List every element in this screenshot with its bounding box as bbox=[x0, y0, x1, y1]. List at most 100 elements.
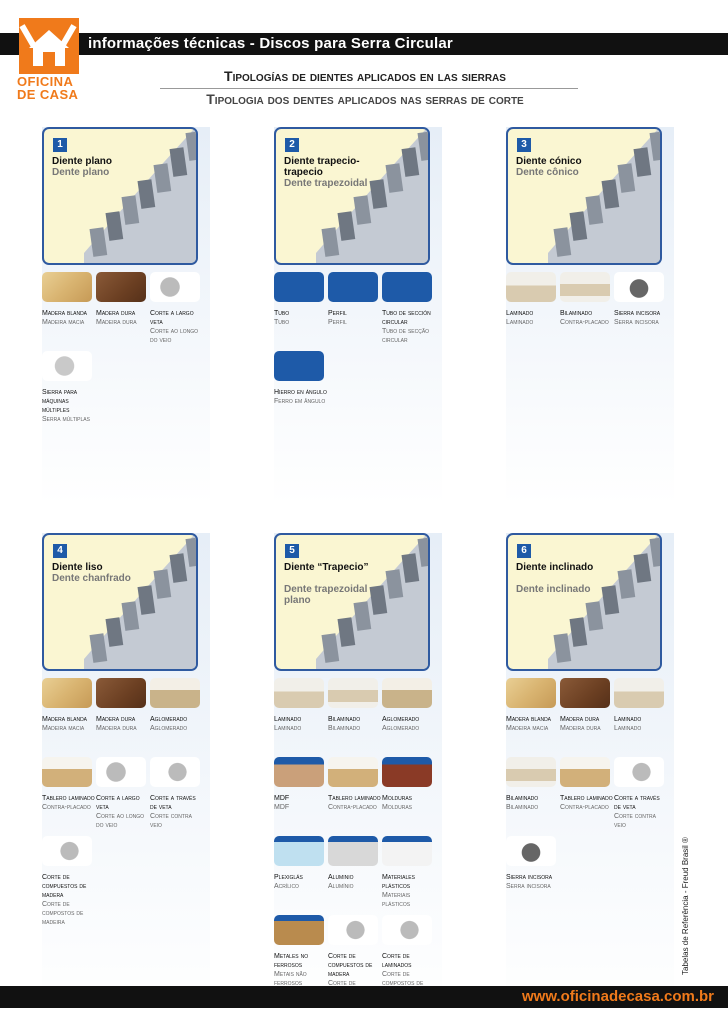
laminate-icon bbox=[274, 678, 324, 708]
material-label: Corte a través de veta Corte contra veio bbox=[150, 794, 204, 830]
tooth-type-section-2: 2 Diente trapecio-trapecio Dente trapezoid… bbox=[274, 127, 442, 505]
scoring-saw-icon bbox=[614, 272, 664, 302]
material-name-es: Laminado bbox=[506, 310, 534, 317]
composite-cut-icon bbox=[42, 836, 92, 866]
material-name-es: MDF bbox=[274, 795, 290, 802]
hardwood-icon bbox=[560, 678, 610, 708]
logo-text: OFICINA DE CASA bbox=[17, 74, 79, 102]
cross-cut-icon bbox=[150, 757, 200, 787]
tooth-panel: 1 Diente plano Dente plano bbox=[42, 127, 198, 265]
rip-cut-icon bbox=[150, 272, 200, 302]
material-label: Madera blanda Madeira macia bbox=[42, 309, 96, 327]
angle-iron-icon bbox=[274, 351, 324, 381]
rip-cut-icon bbox=[96, 757, 146, 787]
material-label: Aglomerado Aglomerado bbox=[382, 715, 436, 733]
material-label: Sierra incisora Serra incisora bbox=[614, 309, 668, 327]
material-label: Madera blanda Madeira macia bbox=[506, 715, 560, 733]
material-name-pt: Serra incisora bbox=[506, 883, 551, 890]
material-name-es: Corte a largo veta bbox=[96, 795, 140, 811]
saw-teeth-illustration bbox=[548, 535, 660, 669]
material-name-pt: Tubo de secção circular bbox=[382, 328, 430, 344]
material-name-pt: Alumínio bbox=[328, 883, 354, 890]
scoring-saw-icon bbox=[506, 836, 556, 866]
material-name-es: Madera dura bbox=[96, 716, 136, 723]
bilaminate-icon bbox=[506, 757, 556, 787]
material-name-pt: Molduras bbox=[382, 804, 413, 811]
saw-teeth-illustration bbox=[84, 129, 196, 263]
material-name-pt: Contra-placado bbox=[42, 804, 91, 811]
material-label: Laminado Laminado bbox=[614, 715, 668, 733]
aluminium-icon bbox=[328, 836, 378, 866]
material-name-es: Materiales plásticos bbox=[382, 874, 415, 890]
material-label: Bilaminado Contra-placado bbox=[560, 309, 614, 327]
material-label: Laminado Laminado bbox=[506, 309, 560, 327]
tooth-title-pt: Dente trapezoidal - plano bbox=[284, 584, 374, 606]
softwood-icon bbox=[42, 678, 92, 708]
material-label: Tubo de sección circular Tubo de secção c… bbox=[382, 309, 436, 345]
material-name-pt: Bilaminado bbox=[506, 804, 539, 811]
material-name-pt: Bilaminado bbox=[328, 725, 361, 732]
tooth-title-es: Diente inclinado bbox=[516, 562, 594, 573]
tooth-title-pt: Dente chanfrado bbox=[52, 573, 131, 584]
material-name-pt: Corte contra veio bbox=[614, 813, 656, 829]
material-name-pt: Corte de compostos de madeira bbox=[42, 901, 84, 926]
material-name-es: Bilaminado bbox=[560, 310, 593, 317]
material-name-pt: Aglomerado bbox=[150, 725, 188, 732]
material-name-pt: Contra-placado bbox=[560, 804, 609, 811]
section-number: 1 bbox=[53, 138, 67, 152]
material-name-es: Corte a través de veta bbox=[614, 795, 660, 811]
material-name-pt: Laminado bbox=[506, 319, 534, 326]
softwood-icon bbox=[42, 272, 92, 302]
plexiglass-icon bbox=[274, 836, 324, 866]
plastic-icon bbox=[382, 836, 432, 866]
material-name-pt: Madeira macia bbox=[42, 319, 85, 326]
material-label: Corte a largo veta Corte ao longo do veio bbox=[96, 794, 150, 830]
heading-spanish: Tipologías de dientes aplicados en las s… bbox=[224, 68, 506, 84]
material-name-es: Madera dura bbox=[96, 310, 136, 317]
material-name-es: Laminado bbox=[614, 716, 642, 723]
laminate-cut-icon bbox=[382, 915, 432, 945]
material-name-es: Madera dura bbox=[560, 716, 600, 723]
material-name-pt: Madeira macia bbox=[42, 725, 85, 732]
material-label: Sierra para máquinas múltiples Serra múlt… bbox=[42, 388, 96, 424]
material-label: Metales no ferrosos Metais não ferrosos bbox=[274, 952, 328, 988]
tooth-title-pt: Dente trapezoidal bbox=[284, 178, 368, 189]
material-name-pt: Madeira dura bbox=[96, 319, 137, 326]
tooth-panel: 5 Diente “Trapecio” Dente trapezoidal - pl… bbox=[274, 533, 430, 671]
material-label: Madera blanda Madeira macia bbox=[42, 715, 96, 733]
section-number: 6 bbox=[517, 544, 531, 558]
material-name-pt: Corte contra veio bbox=[150, 813, 192, 829]
footer-url[interactable]: www.oficinadecasa.com.br bbox=[522, 988, 714, 1005]
tooth-type-section-1: 1 Diente plano Dente plano Madera blanda Mad… bbox=[42, 127, 210, 505]
chipboard-icon bbox=[150, 678, 200, 708]
material-name-pt: Ferro em ângulo bbox=[274, 398, 326, 405]
profile-icon bbox=[328, 272, 378, 302]
saw-teeth-illustration bbox=[316, 129, 428, 263]
section-number: 3 bbox=[517, 138, 531, 152]
material-name-pt: Madeira dura bbox=[560, 725, 601, 732]
material-name-es: Hierro en ángulo bbox=[274, 389, 327, 396]
material-label: Hierro en ángulo Ferro em ângulo bbox=[274, 388, 328, 406]
heading-divider bbox=[160, 88, 578, 89]
bilaminate-icon bbox=[560, 272, 610, 302]
material-label: Sierra incisora Serra incisora bbox=[506, 873, 560, 891]
laminate-icon bbox=[506, 272, 556, 302]
laminated-board-icon bbox=[560, 757, 610, 787]
round-tube-icon bbox=[382, 272, 432, 302]
tooth-title-es: Diente cónico bbox=[516, 156, 582, 167]
tooth-title-pt: Dente inclinado bbox=[516, 584, 591, 595]
softwood-icon bbox=[506, 678, 556, 708]
tooth-title-es: Diente liso bbox=[52, 562, 103, 573]
material-label: Materiales plásticos Materiais plásticos bbox=[382, 873, 436, 909]
tooth-title-pt: Dente plano bbox=[52, 167, 110, 178]
tooth-panel: 4 Diente liso Dente chanfrado bbox=[42, 533, 198, 671]
composite-cut-icon bbox=[328, 915, 378, 945]
hardwood-icon bbox=[96, 678, 146, 708]
material-name-es: Corte de compuestos de madera bbox=[328, 953, 373, 978]
material-name-es: Sierra incisora bbox=[614, 310, 661, 317]
nonferrous-icon bbox=[274, 915, 324, 945]
material-label: Madera dura Madeira dura bbox=[96, 715, 150, 733]
section-number: 2 bbox=[285, 138, 299, 152]
material-name-es: Corte de laminados bbox=[382, 953, 412, 969]
tooth-type-section-6: 6 Diente inclinado Dente inclinado Madera b… bbox=[506, 533, 674, 1013]
